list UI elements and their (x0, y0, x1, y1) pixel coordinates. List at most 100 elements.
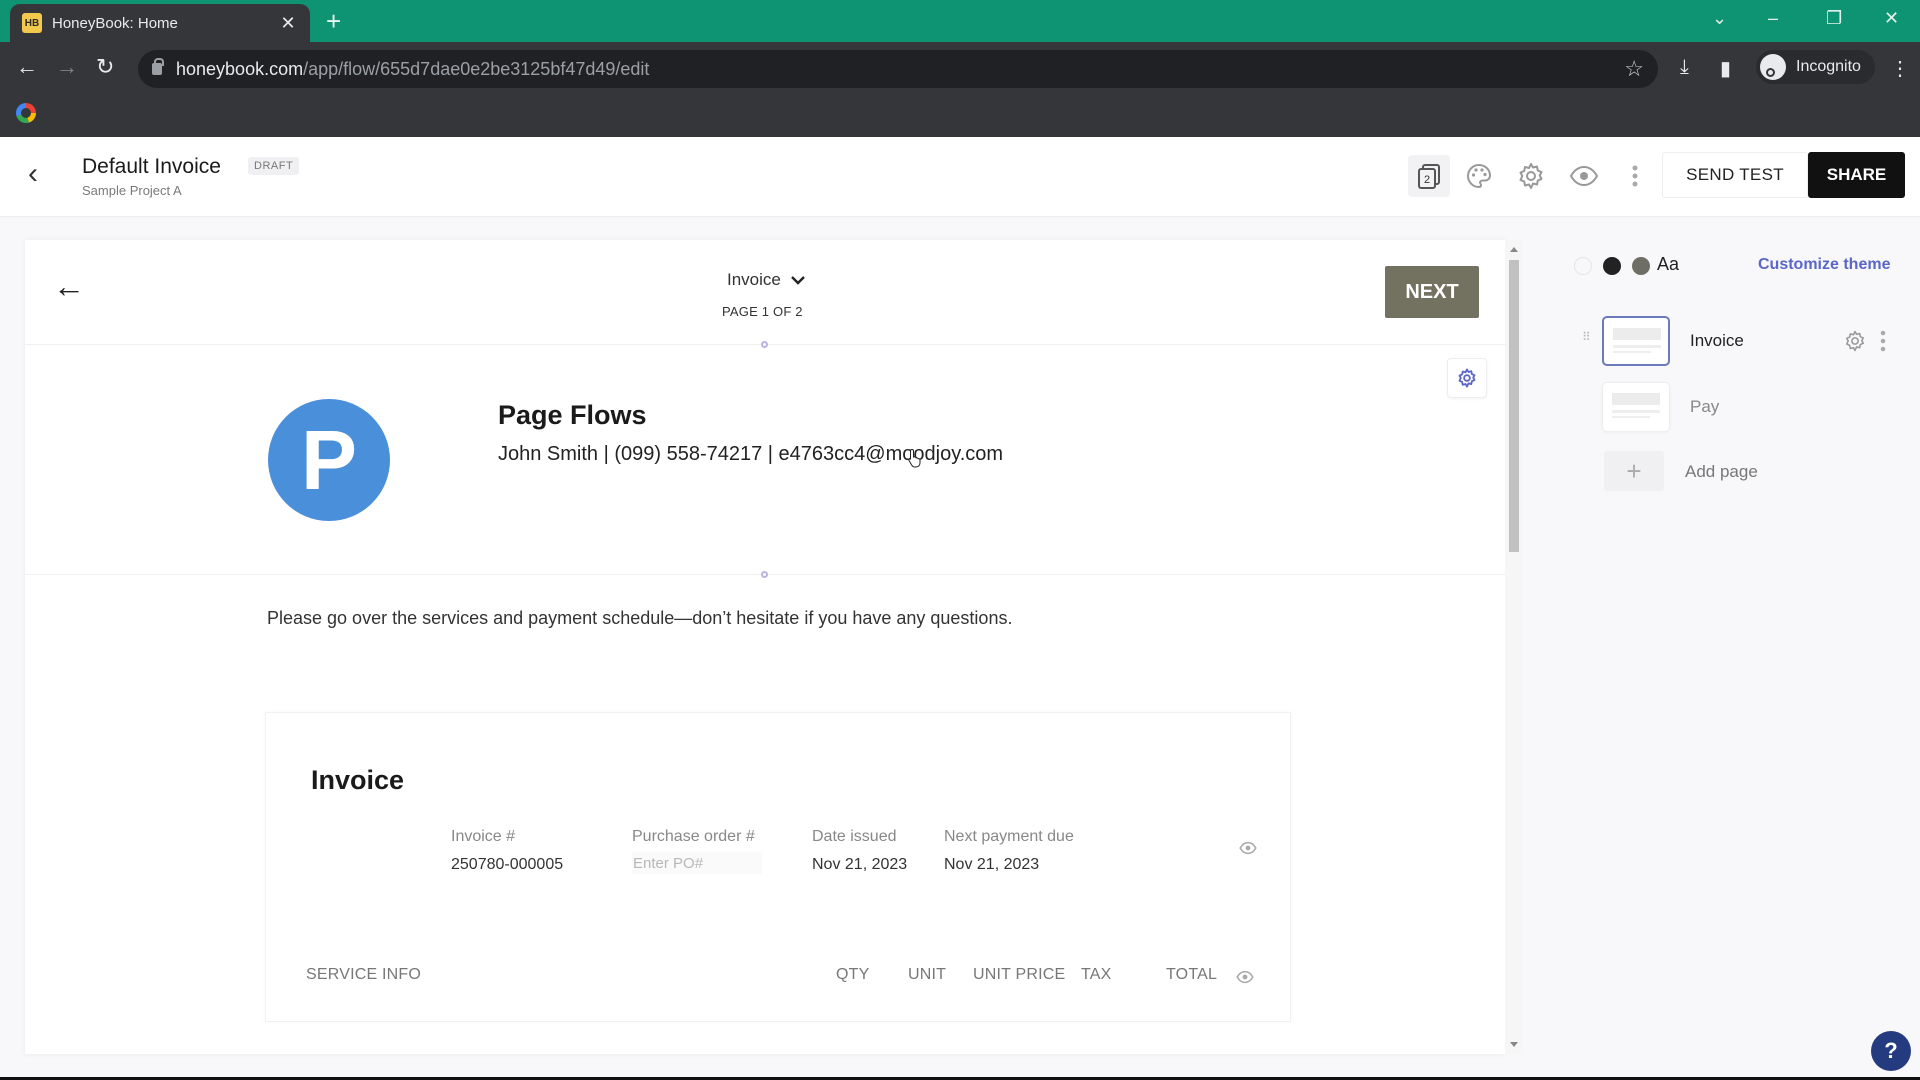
page-gear-icon[interactable] (1844, 330, 1866, 352)
restore-icon[interactable]: ❐ (1826, 8, 1842, 29)
theme-palette-button[interactable] (1458, 155, 1500, 197)
canvas-scrollbar[interactable] (1505, 240, 1523, 1054)
pages-button[interactable]: 2 (1408, 155, 1450, 197)
field-label: Purchase order # (632, 828, 755, 845)
page-name: Pay (1690, 397, 1720, 416)
kebab-menu-icon (1632, 165, 1638, 187)
company-logo[interactable]: P (268, 399, 390, 521)
url-path: /app/flow/655d7dae0e2be3125bf47d49/edit (303, 58, 650, 79)
section-settings-button[interactable] (1447, 358, 1487, 398)
lock-icon (152, 58, 164, 75)
page-title: Default Invoice (82, 155, 221, 178)
po-number-input[interactable] (632, 852, 762, 874)
hand-cursor-icon (908, 448, 921, 468)
theme-swatch-light[interactable] (1574, 257, 1592, 275)
help-button[interactable]: ? (1871, 1031, 1911, 1071)
google-icon[interactable] (16, 103, 36, 123)
page-thumbnail (1602, 382, 1670, 432)
send-test-button[interactable]: SEND TEST (1662, 152, 1808, 198)
url-host: honeybook.com (176, 58, 304, 79)
eye-icon (1569, 165, 1599, 187)
intro-text[interactable]: Please go over the services and payment … (267, 608, 1012, 629)
invoice-number-field: Invoice # 250780-000005 (451, 828, 563, 874)
column-header-unit-price: UNIT PRICE (973, 966, 1066, 983)
theme-font-sample[interactable]: Aa (1657, 254, 1679, 275)
drag-handle-icon[interactable]: ⠿ (1582, 331, 1591, 343)
settings-button[interactable] (1510, 155, 1552, 197)
incognito-icon (1760, 54, 1786, 80)
next-payment-due-field: Next payment due Nov 21, 2023 (944, 828, 1074, 874)
column-header-qty: QTY (836, 966, 870, 983)
section-resize-handle[interactable] (761, 571, 768, 578)
column-header-tax: TAX (1081, 966, 1112, 983)
honeybook-favicon-icon: HB (22, 13, 42, 33)
reload-icon[interactable]: ↻ (96, 54, 114, 80)
field-value: Nov 21, 2023 (944, 856, 1040, 873)
tab-close-icon[interactable]: ✕ (278, 13, 298, 34)
share-button[interactable]: SHARE (1808, 152, 1905, 198)
incognito-profile[interactable]: Incognito (1756, 50, 1875, 84)
header-back-icon[interactable]: ‹ (28, 159, 38, 189)
section-resize-handle[interactable] (761, 341, 768, 348)
window-close-icon[interactable]: ✕ (1884, 8, 1899, 29)
page-kebab-menu-icon[interactable] (1880, 330, 1886, 352)
invoice-block: Invoice Invoice # 250780-000005 Purchase… (265, 712, 1291, 1022)
field-label: Date issued (812, 828, 897, 845)
palette-icon (1467, 163, 1492, 189)
flow-canvas: ← Invoice PAGE 1 OF 2 NEXT P Page Flows … (25, 240, 1505, 1054)
invoice-title[interactable]: Invoice (311, 765, 404, 796)
customize-theme-link[interactable]: Customize theme (1758, 256, 1890, 274)
pages-icon: 2 (1418, 164, 1440, 189)
download-icon[interactable]: ⤓ (1680, 56, 1689, 79)
page-selector-dropdown[interactable]: Invoice (727, 270, 805, 290)
project-subtitle[interactable]: Sample Project A (82, 183, 182, 198)
bookmark-star-icon[interactable]: ☆ (1624, 56, 1644, 82)
preview-button[interactable] (1563, 155, 1605, 197)
eye-icon[interactable] (1236, 970, 1254, 984)
column-header-total: TOTAL (1166, 966, 1218, 983)
browser-tab[interactable]: HB HoneyBook: Home ✕ (10, 4, 310, 42)
scrollbar-thumb[interactable] (1509, 260, 1519, 552)
profile-label: Incognito (1796, 58, 1861, 75)
column-header-unit: UNIT (908, 966, 947, 983)
browser-tab-strip: HB HoneyBook: Home ✕ + ⌄ – ❐ ✕ (0, 0, 1920, 42)
add-page-button[interactable]: + (1604, 451, 1664, 491)
column-header-service-info: SERVICE INFO (306, 966, 422, 983)
svg-text:2: 2 (1424, 174, 1430, 186)
field-value: 250780-000005 (451, 856, 564, 873)
chevron-down-icon (791, 276, 805, 285)
theme-swatch-dark[interactable] (1603, 257, 1621, 275)
field-label: Next payment due (944, 828, 1074, 845)
minimize-icon[interactable]: – (1768, 8, 1778, 29)
app-header: ‹ Default Invoice DRAFT Sample Project A… (0, 137, 1920, 217)
add-page-label[interactable]: Add page (1685, 462, 1758, 482)
tab-title: HoneyBook: Home (52, 14, 178, 32)
sidebar-page-invoice[interactable]: ⠿ Invoice (1582, 316, 1902, 370)
browser-toolbar: ← → ↻ honeybook.com/app/flow/655d7dae0e2… (0, 42, 1920, 137)
sidebar-page-pay[interactable]: Pay (1582, 382, 1902, 436)
next-button[interactable]: NEXT (1385, 266, 1479, 318)
field-value[interactable]: Nov 21, 2023 (812, 856, 907, 874)
field-label: Invoice # (451, 828, 516, 845)
plus-icon: + (1626, 455, 1642, 486)
date-issued-field: Date issued Nov 21, 2023 (812, 828, 907, 874)
theme-swatch-accent[interactable] (1632, 257, 1650, 275)
scroll-up-arrow-icon[interactable] (1510, 247, 1518, 252)
purchase-order-field: Purchase order # (632, 828, 762, 874)
tab-search-chevron-icon[interactable]: ⌄ (1712, 8, 1727, 29)
company-name[interactable]: Page Flows (498, 400, 647, 431)
new-tab-icon[interactable]: + (326, 8, 341, 34)
scroll-down-arrow-icon[interactable] (1510, 1042, 1518, 1047)
eye-icon[interactable] (1239, 841, 1257, 855)
back-icon[interactable]: ← (16, 54, 38, 80)
browser-menu-icon[interactable]: ⋮ (1890, 56, 1910, 81)
company-contact-line[interactable]: John Smith | (099) 558-74217 | e4763cc4@… (498, 443, 1003, 466)
previous-page-arrow-icon[interactable]: ← (53, 270, 85, 302)
page-name: Invoice (1690, 331, 1744, 350)
more-options-button[interactable] (1614, 155, 1656, 197)
page-selector-label: Invoice (727, 270, 781, 289)
forward-icon[interactable]: → (56, 54, 78, 80)
gear-icon (1519, 163, 1543, 189)
address-bar[interactable]: honeybook.com/app/flow/655d7dae0e2be3125… (138, 50, 1658, 88)
side-panel-icon[interactable]: ▮ (1720, 56, 1731, 81)
